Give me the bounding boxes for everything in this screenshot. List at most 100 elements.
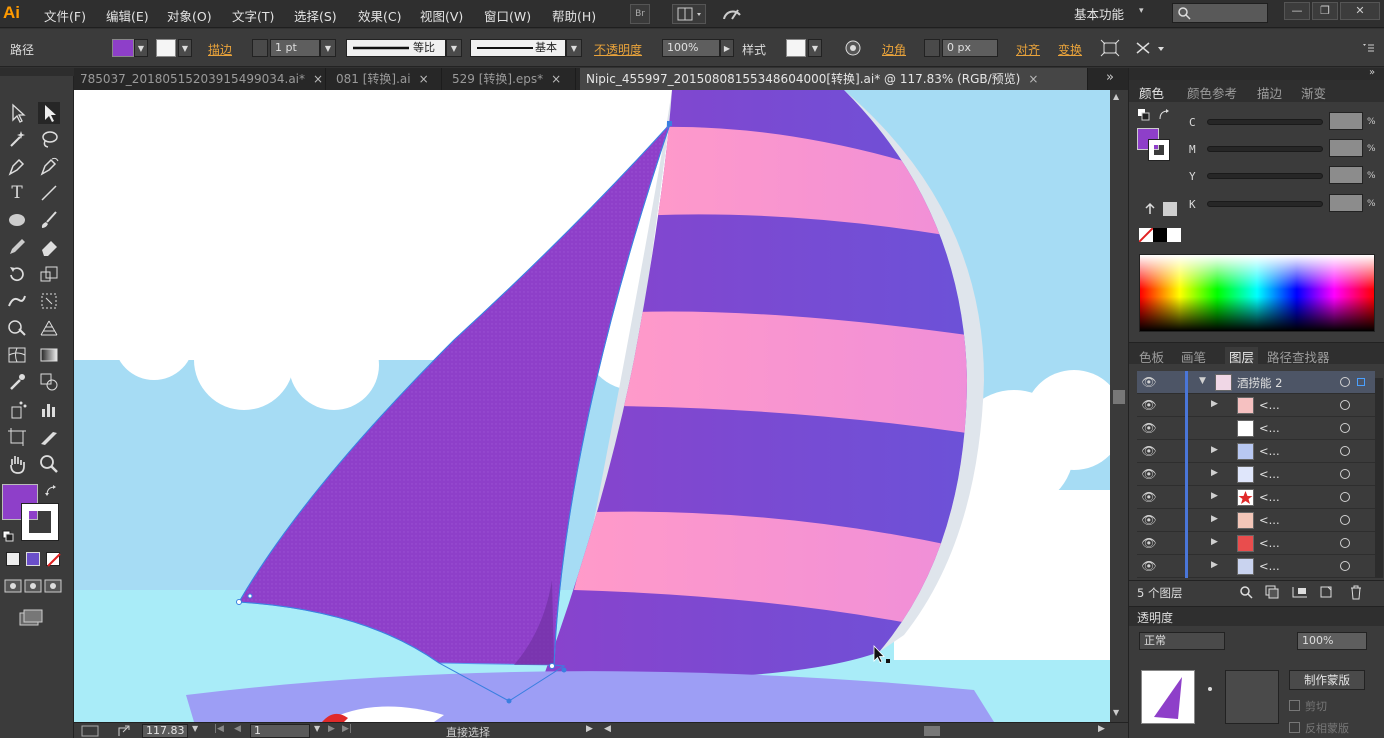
opacity-link[interactable]: 不透明度 — [594, 41, 642, 58]
magic-wand-tool-icon[interactable] — [6, 128, 28, 150]
brush-dropdown[interactable]: ▼ — [566, 39, 582, 57]
corners-link[interactable]: 边角 — [882, 41, 906, 58]
black-slider[interactable] — [1207, 201, 1323, 207]
layer-row-top[interactable]: 👁 ▼ 酒捞能 2 — [1137, 371, 1375, 394]
recolor-artwork-icon[interactable] — [844, 39, 862, 57]
brush-definition[interactable]: 基本 — [470, 39, 566, 57]
eye-icon[interactable]: 👁 — [1141, 375, 1157, 389]
graphic-style-swatch[interactable] — [786, 39, 806, 57]
last-artboard-icon[interactable]: ▶| — [342, 724, 352, 734]
expand-arrow-icon[interactable]: ▶ — [1211, 491, 1218, 501]
menu-object[interactable]: 对象(O) — [167, 6, 212, 25]
cyan-slider[interactable] — [1207, 119, 1323, 125]
menu-select[interactable]: 选择(S) — [294, 6, 337, 25]
eye-icon[interactable]: 👁 — [1141, 559, 1157, 573]
column-graph-tool-icon[interactable] — [38, 399, 60, 421]
scale-tool-icon[interactable] — [38, 263, 60, 285]
layer-name[interactable]: <... — [1259, 559, 1280, 573]
corner-stepper[interactable] — [924, 39, 940, 57]
target-icon[interactable] — [1340, 469, 1350, 479]
close-tab-icon[interactable]: × — [313, 72, 323, 86]
mesh-tool-icon[interactable] — [6, 344, 28, 366]
artboard-canvas[interactable] — [74, 90, 1110, 722]
pen-tool-icon[interactable] — [6, 155, 28, 177]
help-search-input[interactable] — [1172, 3, 1268, 23]
drawing-modes-icon[interactable] — [4, 578, 64, 594]
target-icon[interactable] — [1340, 400, 1350, 410]
trash-icon[interactable] — [1349, 584, 1363, 600]
curvature-tool-icon[interactable] — [38, 155, 60, 177]
isolate-icon[interactable] — [1100, 39, 1120, 57]
make-mask-button[interactable]: 制作蒙版 — [1289, 670, 1365, 690]
line-segment-tool-icon[interactable] — [38, 182, 60, 204]
zoom-level-input[interactable]: 117.83 — [142, 724, 188, 738]
dock-grip[interactable]: » — [1129, 67, 1384, 80]
warp-tool-icon[interactable] — [6, 290, 28, 312]
eye-icon[interactable]: 👁 — [1141, 421, 1157, 435]
stroke-weight-dropdown[interactable]: ▼ — [320, 39, 336, 57]
menu-effect[interactable]: 效果(C) — [358, 6, 401, 25]
tab-stroke[interactable]: 描边 — [1257, 83, 1282, 102]
clip-checkbox[interactable] — [1289, 700, 1300, 711]
yellow-input[interactable] — [1329, 166, 1363, 184]
magenta-slider[interactable] — [1207, 146, 1323, 152]
restore-button[interactable]: ❐ — [1312, 2, 1338, 20]
eye-icon[interactable]: 👁 — [1141, 490, 1157, 504]
close-tab-icon[interactable]: × — [551, 72, 561, 86]
expand-arrow-icon[interactable]: ▶ — [1211, 560, 1218, 570]
fill-swatch[interactable] — [112, 39, 134, 57]
new-sublayer-icon[interactable] — [1291, 585, 1309, 599]
ellipse-tool-icon[interactable] — [6, 209, 28, 231]
transparency-title[interactable]: 透明度 — [1137, 609, 1173, 626]
locate-object-icon[interactable] — [1239, 585, 1253, 599]
target-icon[interactable] — [1340, 377, 1350, 387]
target-icon[interactable] — [1340, 515, 1350, 525]
tab-color-guide[interactable]: 颜色参考 — [1187, 83, 1237, 102]
symbol-sprayer-tool-icon[interactable] — [6, 399, 28, 421]
share-icon[interactable] — [116, 724, 132, 738]
layer-name[interactable]: <... — [1259, 490, 1280, 504]
corner-radius-input[interactable]: 0 px — [942, 39, 998, 57]
layer-name[interactable]: <... — [1259, 444, 1280, 458]
color-spectrum[interactable] — [1139, 254, 1375, 332]
invert-mask-checkbox[interactable] — [1289, 722, 1300, 733]
bridge-icon[interactable]: Br — [630, 4, 650, 24]
sublayer-row[interactable]: 👁 ▶ <... — [1137, 440, 1375, 463]
selection-tool-icon[interactable] — [6, 102, 28, 124]
color-stroke-swatch[interactable] — [1148, 139, 1170, 161]
artboard-dropdown-icon[interactable]: ▼ — [314, 724, 320, 733]
lasso-tool-icon[interactable] — [38, 128, 60, 150]
menu-edit[interactable]: 编辑(E) — [106, 6, 149, 25]
reference-point-icon[interactable] — [1134, 39, 1170, 57]
eye-icon[interactable]: 👁 — [1141, 444, 1157, 458]
cyan-input[interactable] — [1329, 112, 1363, 130]
arrange-documents-icon[interactable] — [672, 4, 706, 24]
free-transform-tool-icon[interactable] — [38, 290, 60, 312]
selection-indicator[interactable] — [1357, 378, 1365, 386]
magenta-input[interactable] — [1329, 139, 1363, 157]
scroll-down-icon[interactable]: ▼ — [1113, 708, 1119, 717]
target-icon[interactable] — [1340, 492, 1350, 502]
gpu-performance-icon[interactable] — [720, 4, 744, 24]
new-layer-icon[interactable] — [1319, 585, 1333, 599]
anchor-point[interactable] — [561, 667, 567, 673]
minimize-button[interactable]: — — [1284, 2, 1310, 20]
tab-brushes[interactable]: 画笔 — [1181, 347, 1206, 366]
eye-icon[interactable]: 👁 — [1141, 513, 1157, 527]
layer-name[interactable]: <... — [1259, 513, 1280, 527]
tools-panel-grip[interactable] — [0, 68, 74, 76]
layer-name[interactable]: 酒捞能 2 — [1237, 375, 1282, 391]
tab-swatches[interactable]: 色板 — [1139, 347, 1164, 366]
type-tool-icon[interactable]: T — [6, 182, 28, 204]
layer-name[interactable]: <... — [1259, 467, 1280, 481]
tab-pathfinder[interactable]: 路径查找器 — [1267, 347, 1330, 366]
mask-thumbnail[interactable] — [1225, 670, 1279, 724]
gradient-mode-button[interactable] — [26, 552, 40, 566]
scroll-up-icon[interactable]: ▲ — [1113, 92, 1119, 101]
transparency-opacity-input[interactable]: 100% — [1297, 632, 1367, 650]
gpu-preview-icon[interactable] — [80, 724, 102, 738]
tabs-overflow-icon[interactable]: » — [1106, 70, 1114, 85]
anchor-point[interactable] — [549, 663, 555, 669]
stroke-swatch[interactable] — [156, 39, 176, 57]
anchor-point[interactable] — [667, 121, 672, 126]
